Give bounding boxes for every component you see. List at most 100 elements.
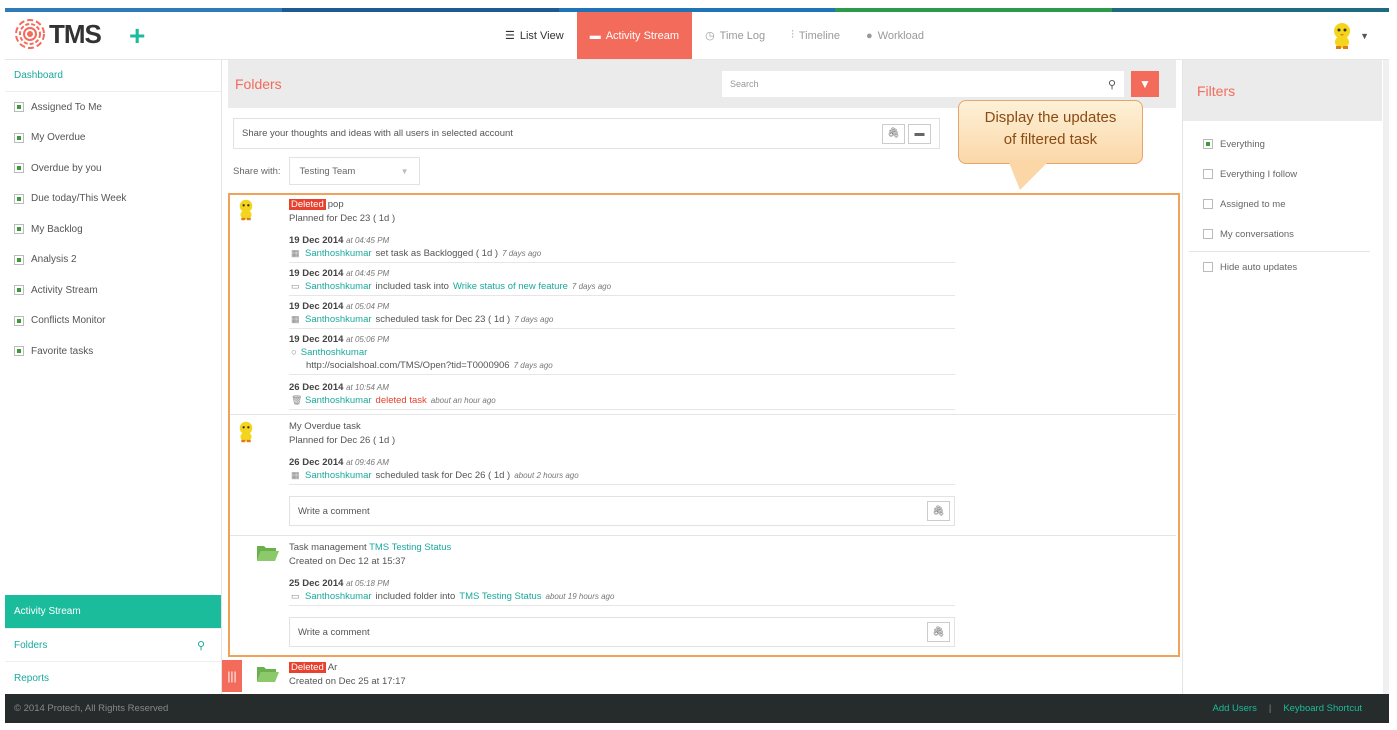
plus-icon[interactable]: + [129,20,145,52]
sidebar-item-favorite-tasks[interactable]: Favorite tasks [5,336,221,367]
search-icon[interactable]: ⚲ [1108,78,1116,91]
task-title[interactable]: Deleted pop [289,199,344,210]
activity-item: 26 Dec 2014 at 09:46 AM ▦ Santhoshkumar sc… [289,457,955,485]
task-title[interactable]: My Overdue task [289,421,361,432]
tab-activity-stream[interactable]: ▬ Activity Stream [576,12,693,59]
sidebar-item-overdue-by-you[interactable]: Overdue by you [5,153,221,184]
trash-icon: 🗑 [291,395,303,405]
post-button[interactable]: ▬ [908,123,931,144]
checkbox-icon [14,132,24,143]
status-badge: Deleted [289,662,326,673]
calendar-icon: ▦ [291,248,300,258]
share-with-select[interactable]: Testing Team ▼ [288,157,420,185]
list-item: Task management TMS Testing Status Creat… [228,536,1176,657]
sidebar-item-activity-stream[interactable]: Activity Stream [5,275,221,306]
folder-icon: ▭ [291,281,300,291]
chevron-down-icon: ▼ [1360,31,1369,41]
logo[interactable]: TMS [13,17,102,51]
comment-input[interactable]: Write a comment 🖇 [289,496,955,526]
sidebar-folders[interactable]: Folders ⚲ [5,628,221,661]
status-badge: Deleted [289,199,326,210]
filter-my-conversations[interactable]: My conversations [1183,219,1382,249]
checkbox-icon [14,163,24,174]
checkbox-icon [14,285,24,296]
tab-timeline[interactable]: ⫶ Timeline [778,12,853,59]
sidebar-item-my-backlog[interactable]: My Backlog [5,214,221,245]
sidebar-item-my-overdue[interactable]: My Overdue [5,123,221,154]
checkbox-icon [1203,139,1213,149]
comment-bubble-icon: ○ [291,347,297,358]
folder-open-icon [257,667,279,682]
comment-icon: ▬ [914,128,925,139]
filter-everything[interactable]: Everything [1183,129,1382,159]
filter-button[interactable]: ▼ [1131,71,1159,97]
main-content: Folders Search ⚲ ▼ Share your thoughts a… [228,60,1180,694]
sidebar-item-analysis-2[interactable]: Analysis 2 [5,245,221,276]
search-input[interactable]: Search ⚲ [722,71,1124,97]
folder-title[interactable]: Deleted Ar [289,662,337,673]
keyboard-shortcut-link[interactable]: Keyboard Shortcut [1283,703,1362,714]
scrollbar[interactable] [1383,60,1389,694]
sidebar-item-assigned-to-me[interactable]: Assigned To Me [5,92,221,123]
callout-tail [1008,160,1050,190]
checkbox-icon [1203,199,1213,209]
search-icon[interactable]: ⚲ [197,639,205,652]
folder-icon: ▭ [291,591,300,601]
activity-item: 25 Dec 2014 at 05:18 PM ▭ Santhoshkumar in… [289,578,955,606]
list-icon: ☰ [505,30,515,42]
tab-workload[interactable]: ● Workload [853,12,937,59]
folder-open-icon [257,546,279,561]
attach-button[interactable]: 🖇 [882,123,905,144]
user-icon: ● [866,29,873,42]
user-link[interactable]: Santhoshkumar [305,314,372,325]
comment-input[interactable]: Write a comment 🖇 [289,617,955,647]
share-input[interactable]: Share your thoughts and ideas with all u… [233,118,940,149]
user-link[interactable]: Santhoshkumar [305,281,372,292]
activity-item: 19 Dec 2014 at 04:45 PM ▭ Santhoshkumar in… [289,268,955,296]
avatar [239,421,253,443]
filter-assigned-to-me[interactable]: Assigned to me [1183,189,1382,219]
copyright: © 2014 Protech, All Rights Reserved [14,703,169,714]
paperclip-icon: 🖇 [887,128,900,139]
filters-panel: Filters Everything Everything I follow A… [1182,60,1382,694]
folder-link[interactable]: Wrike status of new feature [453,281,568,292]
user-link[interactable]: Santhoshkumar [305,591,372,602]
checkbox-icon [1203,262,1213,272]
user-link[interactable]: Santhoshkumar [301,347,368,358]
tab-list-view[interactable]: ☰ List View [492,12,577,59]
sidebar-reports[interactable]: Reports [5,661,221,694]
sidebar-item-dashboard[interactable]: Dashboard [5,60,221,92]
list-item: Deleted Ar Created on Dec 25 at 17:17 [228,657,1176,694]
calendar-icon: ▦ [291,314,300,324]
checkbox-icon [14,224,24,235]
timeline-icon: ⫶ [791,29,794,41]
user-link[interactable]: Santhoshkumar [305,248,372,259]
sidebar-item-due-today[interactable]: Due today/This Week [5,184,221,215]
folder-created: Created on Dec 25 at 17:17 [289,676,406,687]
filter-hide-auto-updates[interactable]: Hide auto updates [1183,252,1382,282]
user-link[interactable]: Santhoshkumar [305,470,372,481]
sidebar-activity-stream[interactable]: Activity Stream [5,595,221,628]
logo-text: TMS [49,18,102,49]
filter-everything-i-follow[interactable]: Everything I follow [1183,159,1382,189]
folder-link[interactable]: TMS Testing Status [369,542,451,553]
add-users-link[interactable]: Add Users [1212,703,1256,714]
divider: | [1268,703,1272,714]
activity-item: 19 Dec 2014 at 05:04 PM ▦ Santhoshkumar sc… [289,301,955,329]
checkbox-icon [14,315,24,326]
paperclip-icon: 🖇 [932,626,945,638]
folder-title[interactable]: Task management TMS Testing Status [289,542,451,553]
share-with: Share with: Testing Team ▼ [233,157,420,185]
attach-button[interactable]: 🖇 [927,501,950,521]
user-menu[interactable]: ▼ [1330,22,1369,50]
activity-item: 19 Dec 2014 at 05:06 PM ○ Santhoshkumar h… [289,334,955,375]
sidebar-item-conflicts-monitor[interactable]: Conflicts Monitor [5,306,221,337]
chevron-down-icon: ▼ [400,166,409,176]
checkbox-icon [14,102,24,113]
sidebar-bottom-nav: Activity Stream Folders ⚲ Reports [5,595,221,694]
checkbox-icon [1203,229,1213,239]
folder-link[interactable]: TMS Testing Status [459,591,541,602]
user-link[interactable]: Santhoshkumar [305,395,372,406]
tab-time-log[interactable]: ◷ Time Log [692,12,778,59]
attach-button[interactable]: 🖇 [927,622,950,642]
